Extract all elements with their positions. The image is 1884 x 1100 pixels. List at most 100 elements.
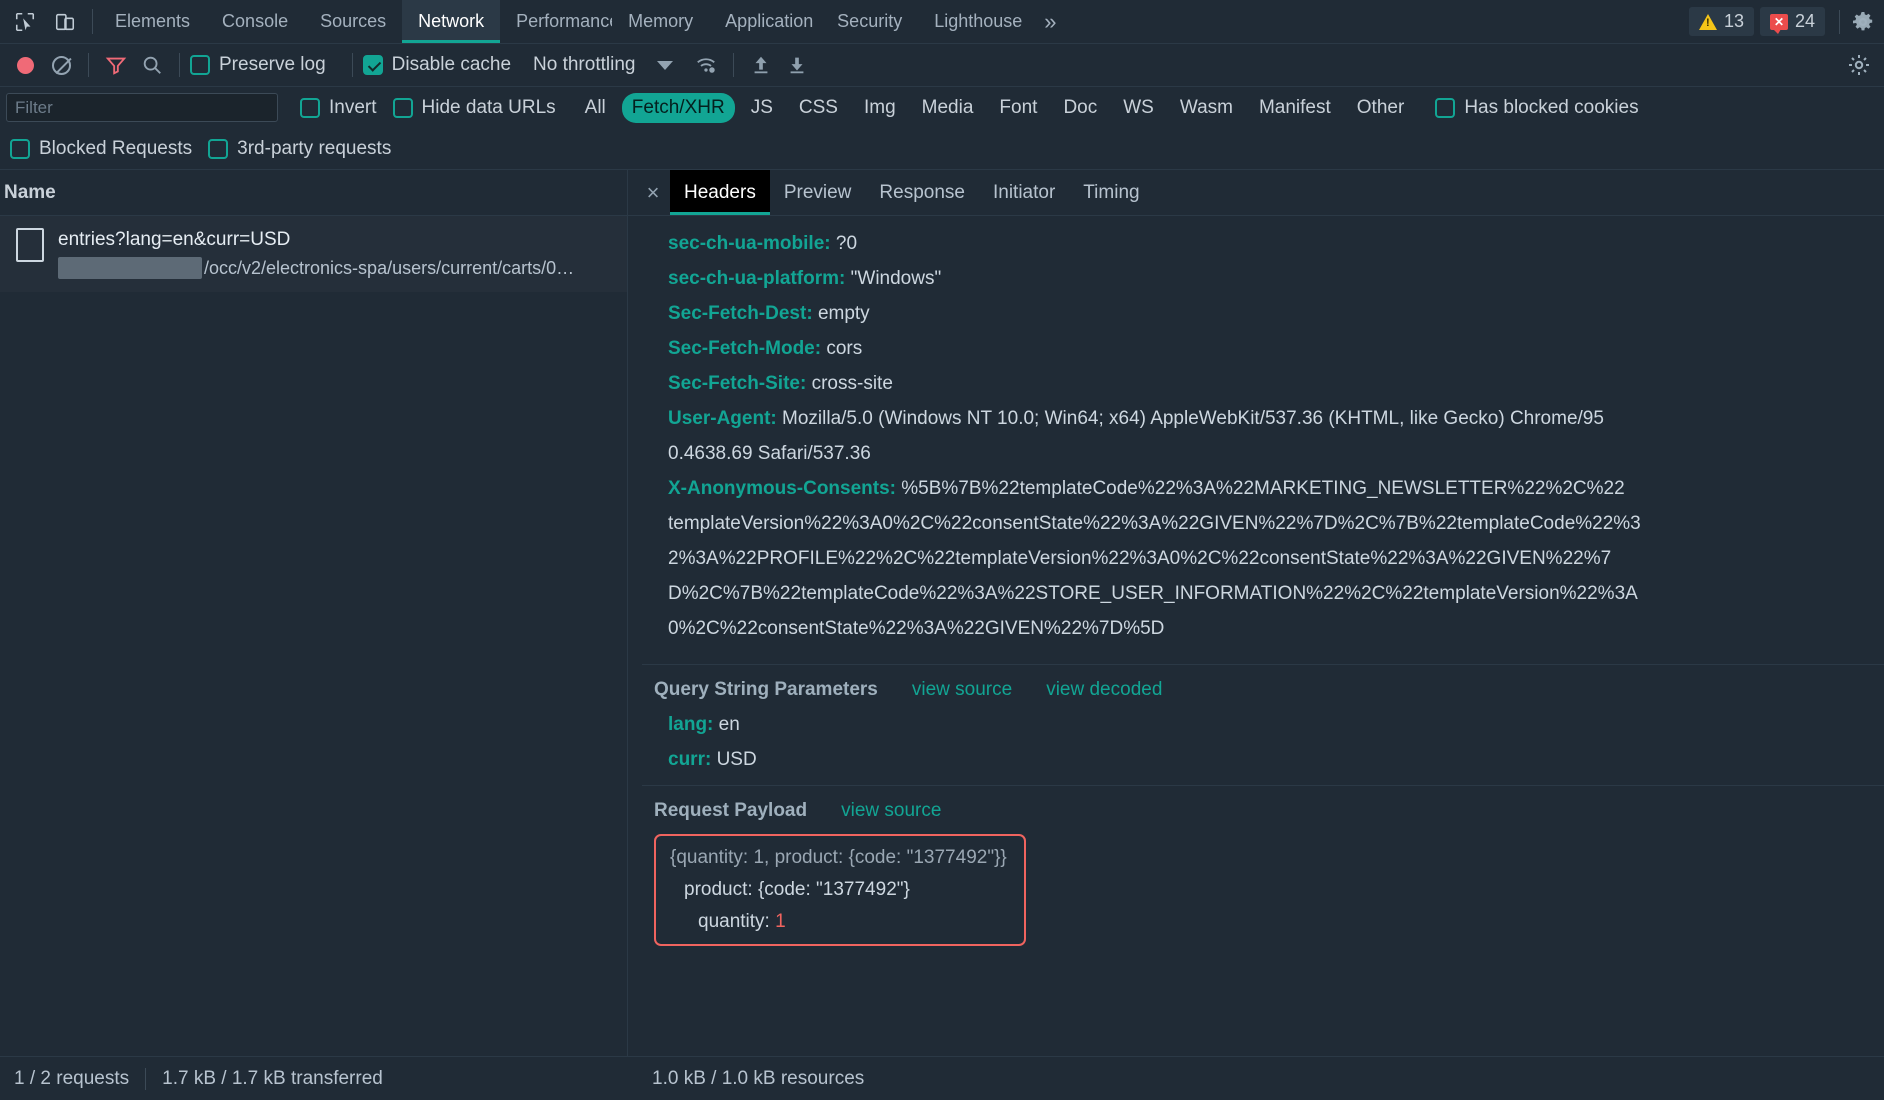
invert-label: Invert (329, 96, 377, 118)
warning-triangle-icon (1698, 13, 1717, 30)
disable-cache-checkbox[interactable]: Disable cache (362, 54, 527, 76)
tab-timing[interactable]: Timing (1069, 170, 1153, 215)
tab-initiator[interactable]: Initiator (979, 170, 1069, 215)
blocked-requests-checkbox[interactable]: Blocked Requests (10, 138, 208, 160)
more-tabs-button[interactable]: » (1030, 0, 1070, 43)
search-icon[interactable] (135, 48, 169, 82)
filter-chip-font[interactable]: Font (989, 93, 1047, 123)
payload-row-product[interactable]: product: {code: "1377492"} (656, 874, 1024, 906)
tab-label: Performance (516, 11, 613, 31)
toolbar-divider-4 (733, 53, 735, 77)
query-param-value: en (718, 714, 740, 735)
filter-chip-manifest[interactable]: Manifest (1249, 93, 1341, 123)
tab-preview[interactable]: Preview (770, 170, 866, 215)
tab-response[interactable]: Response (865, 170, 979, 215)
column-header-name[interactable]: Name (4, 182, 56, 204)
chevron-down-icon[interactable] (657, 60, 674, 70)
query-param-name: curr: (668, 749, 712, 770)
request-name: entries?lang=en&curr=USD (58, 229, 291, 250)
tab-elements[interactable]: Elements (99, 0, 206, 43)
tab-memory[interactable]: Memory (612, 0, 709, 43)
request-payload-section-header: Request Payload view source (628, 786, 1884, 828)
errors-badge[interactable]: ✕ 24 (1759, 7, 1825, 36)
error-cross-icon: ✕ (1769, 13, 1788, 34)
request-payload-title: Request Payload (654, 800, 808, 821)
filter-chip-css[interactable]: CSS (789, 93, 848, 123)
filter-chip-other[interactable]: Other (1347, 93, 1415, 123)
tabbar-divider (92, 9, 93, 34)
filter-chip-js[interactable]: JS (741, 93, 783, 123)
network-settings-gear-icon[interactable] (1842, 48, 1876, 82)
wifi-settings-icon[interactable] (689, 48, 723, 82)
detail-tabbar: × Headers Preview Response Initiator Tim… (628, 170, 1884, 216)
header-value: empty (817, 303, 870, 324)
filter-toggle-button[interactable] (99, 48, 133, 82)
header-row: Sec-Fetch-Site: cross-site (628, 366, 1884, 401)
tab-label: Network (418, 11, 485, 31)
tab-application[interactable]: Application (709, 0, 821, 43)
export-har-icon[interactable] (780, 48, 814, 82)
tab-console[interactable]: Console (206, 0, 304, 43)
status-transferred: 1.7 kB / 1.7 kB transferred (162, 1067, 383, 1089)
tab-sources[interactable]: Sources (304, 0, 402, 43)
filter-input[interactable] (6, 93, 278, 122)
headers-content: sec-ch-ua-mobile: ?0 sec-ch-ua-platform:… (628, 216, 1884, 1056)
tab-network[interactable]: Network (402, 0, 501, 43)
filter-chip-wasm[interactable]: Wasm (1170, 93, 1243, 123)
filter-chip-ws[interactable]: WS (1113, 93, 1164, 123)
header-value: "Windows" (850, 268, 942, 289)
warnings-count: 13 (1723, 11, 1744, 31)
preserve-log-checkbox[interactable]: Preserve log (190, 54, 342, 76)
payload-row-quantity[interactable]: quantity: 1 (656, 906, 1024, 938)
invert-checkbox[interactable]: Invert (300, 97, 393, 119)
clear-button[interactable] (44, 48, 78, 82)
toolbar-divider-3 (351, 53, 353, 77)
payload-separator: : (764, 911, 770, 932)
record-button[interactable] (8, 48, 42, 82)
tab-label: Application (725, 11, 814, 31)
tabbar-tool-icons (0, 0, 86, 43)
table-row[interactable]: entries?lang=en&curr=USD /occ/v2/electro… (0, 216, 627, 292)
header-name: Sec-Fetch-Dest: (668, 303, 813, 324)
preserve-log-box-icon (190, 55, 210, 75)
query-view-decoded-link[interactable]: view decoded (1046, 679, 1162, 701)
tab-security[interactable]: Security (821, 0, 918, 43)
has-blocked-cookies-checkbox[interactable]: Has blocked cookies (1435, 97, 1654, 119)
tab-lighthouse[interactable]: Lighthouse (918, 0, 1030, 43)
import-har-icon[interactable] (744, 48, 778, 82)
inspect-element-icon[interactable] (10, 7, 40, 37)
request-path: /occ/v2/electronics-spa/users/current/ca… (58, 255, 574, 282)
close-icon[interactable]: × (636, 170, 670, 215)
header-value-wrap: templateVersion%22%3A0%2C%22consentState… (668, 513, 1641, 534)
hide-data-urls-checkbox[interactable]: Hide data URLs (392, 97, 572, 119)
payload-value: 1 (775, 911, 786, 932)
tab-headers[interactable]: Headers (670, 170, 770, 215)
header-row: Sec-Fetch-Dest: empty (628, 296, 1884, 331)
device-toolbar-icon[interactable] (50, 7, 80, 37)
filter-chip-fetch-xhr[interactable]: Fetch/XHR (621, 92, 735, 123)
blocked-requests-box-icon (10, 138, 30, 159)
throttling-select[interactable]: No throttling (533, 54, 635, 76)
third-party-requests-checkbox[interactable]: 3rd-party requests (208, 138, 407, 160)
filter-row: Invert Hide data URLs All Fetch/XHR JS C… (0, 87, 1884, 128)
header-name: sec-ch-ua-platform: (668, 268, 846, 289)
header-name: User-Agent: (668, 408, 777, 429)
has-blocked-cookies-box-icon (1435, 97, 1456, 118)
query-view-source-link[interactable]: view source (912, 679, 1012, 701)
payload-separator: : (747, 879, 753, 900)
payload-summary[interactable]: {quantity: 1, product: {code: "1377492"}… (656, 842, 1024, 874)
gear-icon[interactable] (1848, 7, 1878, 37)
query-param-value: USD (716, 749, 757, 770)
filter-chip-media[interactable]: Media (912, 93, 984, 123)
tab-performance[interactable]: Performance (500, 0, 612, 43)
query-string-section-header: Query String Parameters view source view… (628, 665, 1884, 707)
warnings-badge[interactable]: 13 (1688, 7, 1754, 36)
tab-label: Lighthouse (934, 11, 1023, 31)
filter-chip-doc[interactable]: Doc (1053, 93, 1107, 123)
request-list-empty-space (0, 291, 627, 1056)
filter-chip-all[interactable]: All (575, 93, 616, 123)
tab-label: Sources (320, 11, 387, 31)
filter-chip-img[interactable]: Img (854, 93, 906, 123)
payload-view-source-link[interactable]: view source (841, 800, 941, 822)
preserve-log-label: Preserve log (219, 54, 326, 75)
